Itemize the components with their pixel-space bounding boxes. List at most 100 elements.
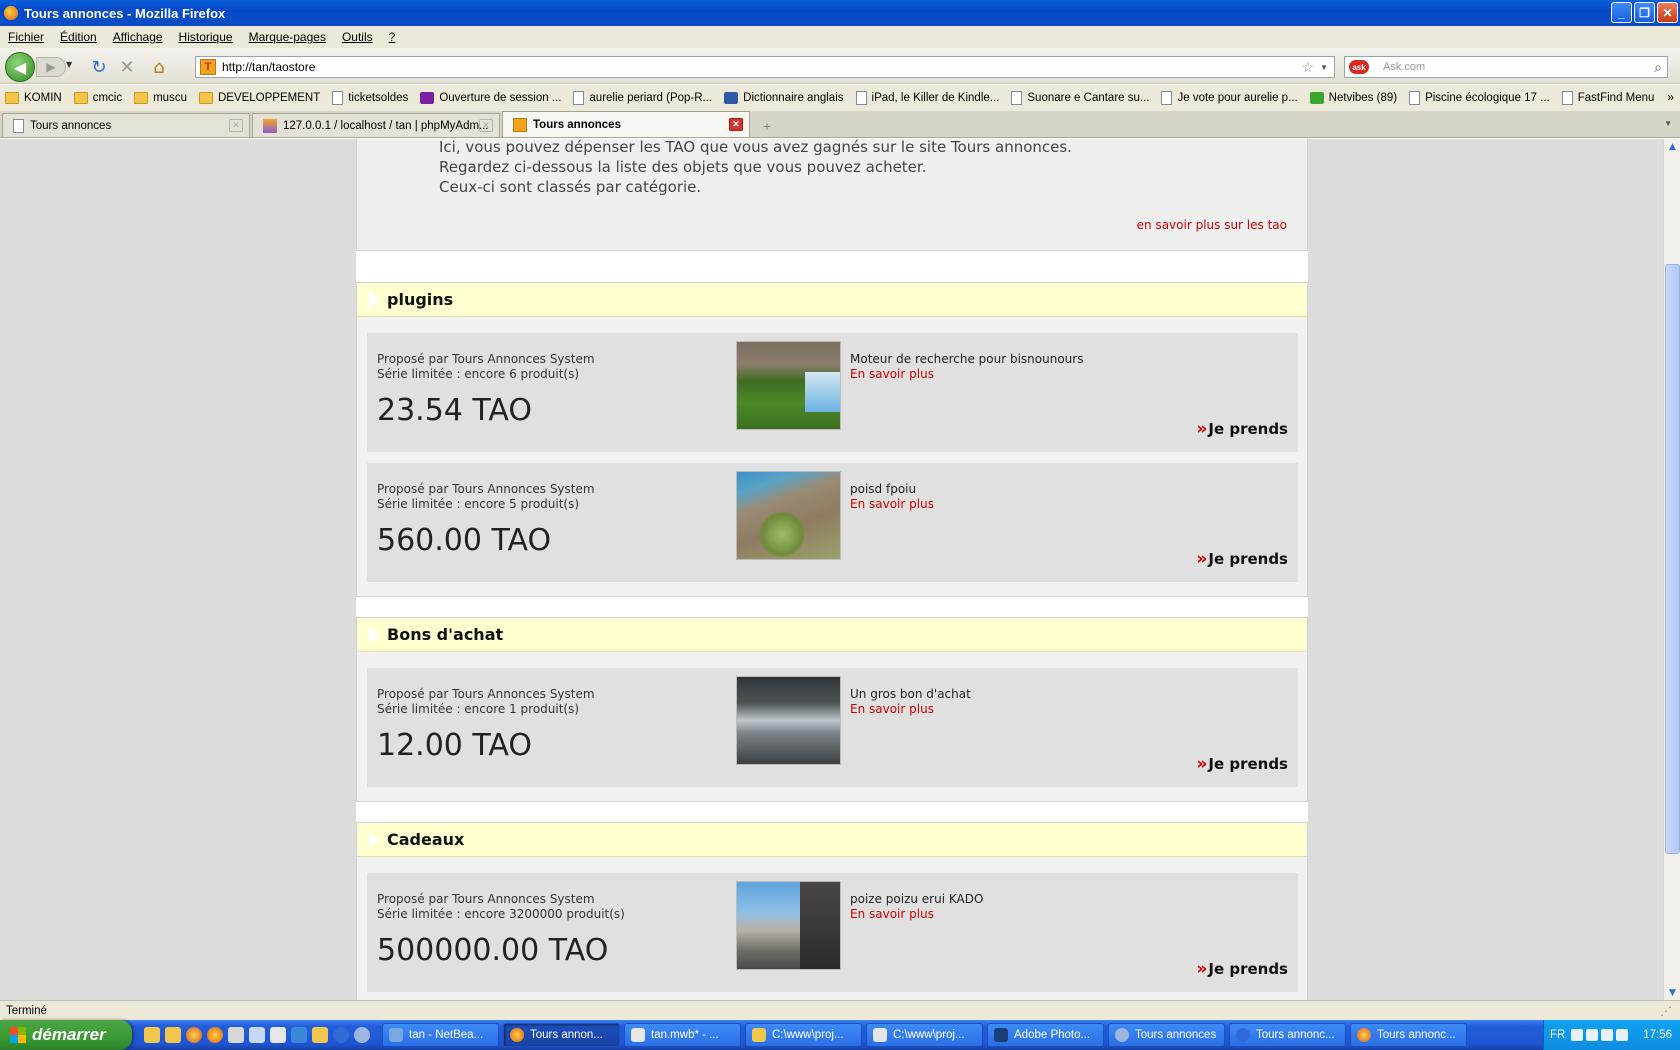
volume-icon[interactable] (1601, 1029, 1614, 1041)
tab-list-icon[interactable]: ▼ (1664, 119, 1672, 128)
bookmark-developpement[interactable]: DEVELOPPEMENT (194, 92, 325, 104)
menu-fichier[interactable]: Fichier (0, 30, 52, 44)
windows-logo-icon (10, 1027, 26, 1043)
restore-button[interactable]: ❐ (1634, 2, 1655, 23)
menu-marque-pages[interactable]: Marque-pages (241, 30, 334, 44)
close-tab-icon[interactable]: ✕ (479, 119, 493, 132)
bookmark-aurelie-periard[interactable]: aurelie periard (Pop-R... (568, 91, 717, 105)
item-image[interactable] (736, 676, 841, 765)
menu-help[interactable]: ? (381, 30, 404, 44)
item-stock: Série limitée : encore 5 produit(s) (377, 497, 580, 511)
search-icon[interactable]: ⌕ (1654, 59, 1662, 76)
notepad-icon[interactable] (270, 1027, 286, 1043)
scroll-down-icon[interactable]: ▼ (1665, 985, 1680, 1000)
menu-affichage[interactable]: Affichage (105, 30, 171, 44)
task-tours-annonces-2[interactable]: Tours annonces (1108, 1023, 1225, 1047)
bookmark-je-vote[interactable]: Je vote pour aurelie p... (1156, 91, 1302, 105)
menu-outils[interactable]: Outils (334, 30, 381, 44)
home-icon[interactable]: ⌂ (148, 56, 170, 78)
network-icon[interactable] (1586, 1029, 1599, 1041)
bookmark-piscine[interactable]: Piscine écologique 17 ... (1404, 91, 1555, 105)
bookmark-ticketsoldes[interactable]: ticketsoldes (327, 91, 413, 105)
ie-icon[interactable] (333, 1027, 349, 1043)
bookmark-ipad[interactable]: iPad, le Killer de Kindle... (851, 91, 1005, 105)
learn-more-tao-link[interactable]: en savoir plus sur les tao (1137, 218, 1287, 232)
store-item: Proposé par Tours Annonces System Série … (367, 463, 1298, 582)
bookmark-label: FastFind Menu (1577, 92, 1655, 104)
tray-arrow-icon[interactable] (1571, 1029, 1584, 1041)
netvibes-icon (1309, 92, 1324, 104)
vertical-scrollbar[interactable]: ▲ ▼ (1663, 139, 1680, 1000)
task-tours-annonces-3[interactable]: Tours annonc... (1229, 1023, 1346, 1047)
firefox-icon[interactable] (207, 1027, 223, 1043)
task-editor[interactable]: C:\www\proj... (866, 1023, 983, 1047)
bookmark-suonare[interactable]: Suonare e Cantare su... (1006, 91, 1154, 105)
url-dropdown-icon[interactable]: ▼ (1320, 63, 1328, 72)
item-learn-more-link[interactable]: En savoir plus (850, 702, 934, 716)
bookmark-cmcic[interactable]: cmcic (69, 92, 127, 104)
tools-icon[interactable] (249, 1027, 265, 1043)
scrollbar-thumb[interactable] (1665, 264, 1680, 854)
chrome-icon[interactable] (186, 1027, 202, 1043)
menu-historique[interactable]: Historique (171, 30, 241, 44)
je-prends-button[interactable]: » Je prends (1196, 754, 1288, 774)
task-label: Adobe Photo... (1014, 1029, 1091, 1041)
folder-icon[interactable] (312, 1027, 328, 1043)
bookmark-dictionnaire[interactable]: Dictionnaire anglais (719, 92, 848, 104)
new-tab-button[interactable]: + (756, 115, 778, 137)
phpmyadmin-icon (263, 118, 277, 133)
je-prends-button[interactable]: » Je prends (1196, 959, 1288, 979)
resize-grip-icon[interactable]: ⋰ (1660, 1004, 1672, 1018)
chevron-right-icon[interactable]: » (1667, 90, 1674, 104)
close-tab-icon[interactable]: ✕ (229, 119, 243, 132)
folder-icon[interactable] (165, 1027, 181, 1043)
search-engine-icon[interactable]: ask (1349, 60, 1369, 74)
menu-edition[interactable]: Édition (52, 30, 105, 44)
item-learn-more-link[interactable]: En savoir plus (850, 907, 934, 921)
stop-icon[interactable]: ✕ (116, 56, 138, 78)
tab-phpmyadmin[interactable]: 127.0.0.1 / localhost / tan | phpMyAdm..… (252, 113, 500, 137)
reload-icon[interactable]: ↻ (88, 56, 110, 78)
start-button[interactable]: démarrer (0, 1020, 132, 1050)
je-prends-button[interactable]: » Je prends (1196, 549, 1288, 569)
task-tours-annonces-4[interactable]: Tours annonc... (1350, 1023, 1467, 1047)
folder-icon[interactable] (144, 1027, 160, 1043)
bookmark-fastfind[interactable]: FastFind Menu (1557, 91, 1660, 105)
user-icon[interactable] (228, 1027, 244, 1043)
item-price: 23.54 TAO (377, 393, 533, 428)
menu-bar: Fichier Édition Affichage Historique Mar… (0, 26, 1680, 48)
tab-tours-annonces-1[interactable]: Tours annonces ✕ (2, 113, 250, 137)
bookmark-ouverture-session[interactable]: Ouverture de session ... (415, 92, 566, 104)
close-window-button[interactable]: ✕ (1657, 2, 1678, 23)
task-netbeans[interactable]: tan - NetBea... (382, 1023, 499, 1047)
scroll-up-icon[interactable]: ▲ (1665, 139, 1680, 154)
search-input[interactable]: ask Ask.com ⌕ (1344, 56, 1668, 78)
bookmark-netvibes[interactable]: Netvibes (89) (1305, 92, 1402, 104)
minimize-button[interactable]: _ (1611, 2, 1632, 23)
back-button[interactable]: ◀ (5, 52, 35, 82)
double-chevron-icon: » (1196, 959, 1207, 979)
task-mysql-workbench[interactable]: tan.mwb* - ... (624, 1023, 741, 1047)
item-learn-more-link[interactable]: En savoir plus (850, 497, 934, 511)
history-dropdown-icon[interactable]: ▼ (66, 60, 72, 69)
task-photoshop[interactable]: Adobe Photo... (987, 1023, 1104, 1047)
bookmark-komin[interactable]: KOMIN (0, 92, 67, 104)
url-bar[interactable]: T http://tan/taostore ☆ ▼ (195, 56, 1335, 78)
bookmark-muscu[interactable]: muscu (129, 92, 192, 104)
close-tab-icon[interactable]: ✕ (729, 118, 743, 131)
language-indicator[interactable]: FR (1550, 1029, 1565, 1041)
je-prends-button[interactable]: » Je prends (1196, 419, 1288, 439)
network-icon[interactable] (291, 1027, 307, 1043)
bookmark-star-icon[interactable]: ☆ (1301, 59, 1314, 76)
item-image[interactable] (736, 471, 841, 560)
page-icon (332, 91, 344, 105)
forward-button[interactable]: ▶ (36, 57, 66, 77)
item-image[interactable] (736, 881, 841, 970)
item-image[interactable] (736, 341, 841, 430)
shield-icon[interactable] (1616, 1029, 1629, 1041)
task-explorer[interactable]: C:\www\proj... (745, 1023, 862, 1047)
tab-tours-annonces-active[interactable]: Tours annonces ✕ (502, 111, 750, 137)
item-learn-more-link[interactable]: En savoir plus (850, 367, 934, 381)
globe-icon[interactable] (354, 1027, 370, 1043)
task-tours-annonces-active[interactable]: Tours annon... (503, 1023, 620, 1047)
